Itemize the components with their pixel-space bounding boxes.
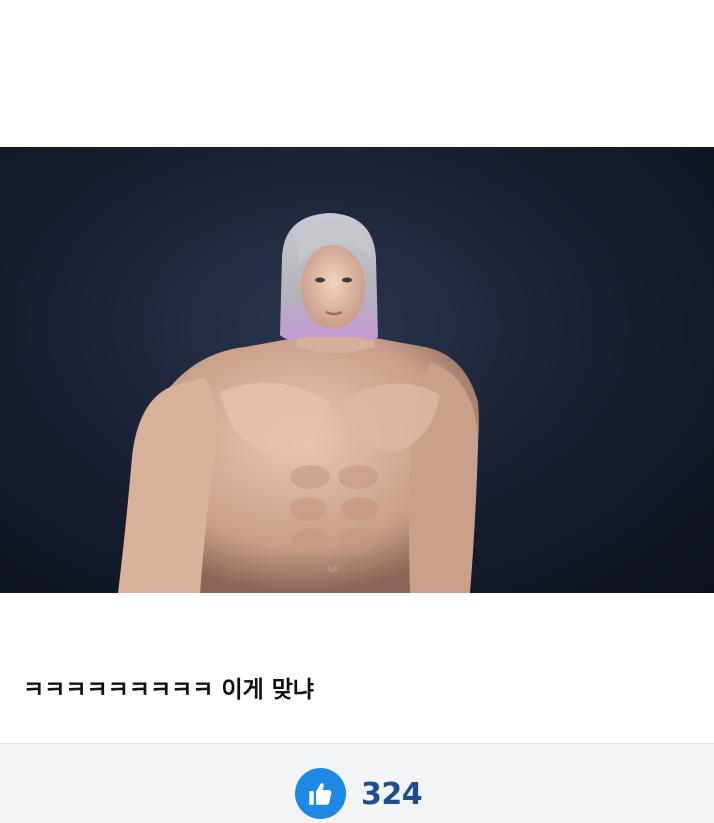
post-image: UI [0,147,714,593]
post-caption: ㅋㅋㅋㅋㅋㅋㅋㅋㅋ 이게 맞냐 [23,677,315,703]
image-watermark: UI [328,565,338,575]
reaction-bar: 324 [0,743,714,823]
like-count: 324 [361,777,423,812]
like-button[interactable] [295,768,346,819]
thumbs-up-icon [309,783,332,805]
character-render [118,213,479,593]
